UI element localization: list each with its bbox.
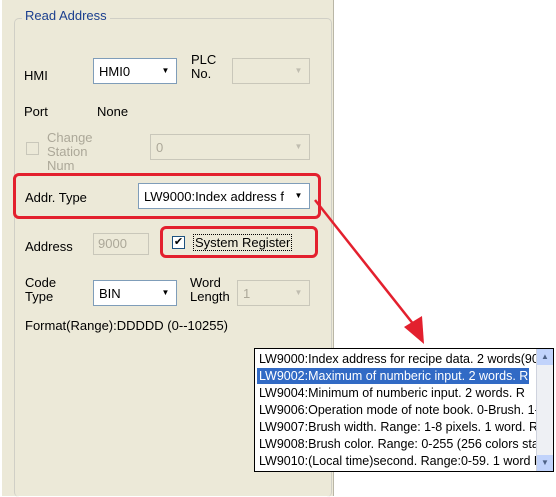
word-length-label: Word Length bbox=[190, 275, 230, 304]
scroll-down-icon[interactable]: ▼ bbox=[537, 455, 553, 471]
code-type-select[interactable]: BIN ▼ bbox=[93, 280, 177, 306]
list-item[interactable]: LW9008:Brush color. Range: 0-255 (256 co… bbox=[257, 436, 553, 452]
hmi-label: HMI bbox=[24, 68, 48, 83]
chevron-down-icon[interactable]: ▼ bbox=[157, 62, 174, 80]
list-item[interactable]: LW9000:Index address for recipe data. 2 … bbox=[257, 351, 553, 367]
chevron-down-icon[interactable]: ▼ bbox=[290, 138, 307, 156]
pointer-arrow bbox=[314, 199, 424, 344]
dropdown-scrollbar[interactable]: ▲ ▼ bbox=[536, 349, 553, 471]
chevron-down-icon[interactable]: ▼ bbox=[290, 62, 307, 80]
station-num-select[interactable]: 0 ▼ bbox=[150, 134, 310, 160]
addr-type-highlight bbox=[13, 173, 321, 219]
port-value: None bbox=[97, 104, 129, 119]
chevron-down-icon[interactable]: ▼ bbox=[157, 284, 174, 302]
station-num-value: 0 bbox=[156, 140, 164, 155]
plc-no-label: PLC No. bbox=[191, 52, 217, 81]
list-item[interactable]: LW9007:Brush width. Range: 1-8 pixels. 1… bbox=[257, 419, 538, 435]
scroll-up-icon[interactable]: ▲ bbox=[537, 349, 553, 365]
address-input[interactable]: 9000 bbox=[93, 233, 149, 255]
word-length-value: 1 bbox=[243, 286, 251, 301]
change-station-checkbox[interactable] bbox=[26, 142, 39, 155]
list-item[interactable]: LW9010:(Local time)second. Range:0-59. 1… bbox=[257, 453, 543, 469]
group-title: Read Address bbox=[22, 8, 110, 23]
change-station-label: Change Station Num bbox=[47, 130, 93, 173]
code-type-label: Code Type bbox=[25, 275, 57, 304]
format-range: Format(Range):DDDDD (0--10255) bbox=[25, 318, 228, 333]
port-label: Port bbox=[24, 104, 48, 119]
plc-no-select[interactable]: ▼ bbox=[232, 58, 310, 84]
system-register-highlight bbox=[160, 226, 318, 258]
hmi-select[interactable]: HMI0 ▼ bbox=[93, 58, 177, 84]
addr-type-dropdown-list[interactable]: LW9000:Index address for recipe data. 2 … bbox=[254, 348, 554, 472]
list-item-selected[interactable]: LW9002:Maximum of numberic input. 2 word… bbox=[257, 368, 529, 384]
code-type-value: BIN bbox=[99, 286, 121, 301]
list-item[interactable]: LW9004:Minimum of numberic input. 2 word… bbox=[257, 385, 525, 401]
hmi-value: HMI0 bbox=[99, 64, 131, 79]
list-item[interactable]: LW9006:Operation mode of note book. 0-Br… bbox=[257, 402, 553, 418]
address-label: Address bbox=[25, 239, 73, 254]
